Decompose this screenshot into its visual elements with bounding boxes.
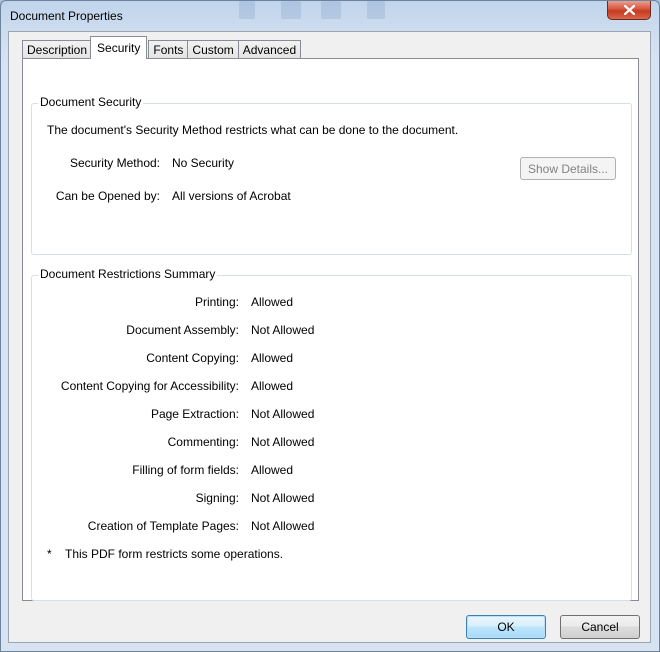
restriction-label: Document Assembly: <box>126 323 239 337</box>
tab-label: Security <box>97 41 141 55</box>
background-toolbar-ghost <box>367 1 385 19</box>
tab-label: Custom <box>192 43 234 57</box>
background-toolbar-ghost <box>239 1 255 19</box>
restriction-value: Not Allowed <box>251 323 315 337</box>
restriction-value: Not Allowed <box>251 435 315 449</box>
restriction-label: Filling of form fields: <box>132 463 239 477</box>
security-tab-panel: Document Security The document's Securit… <box>22 58 639 601</box>
restriction-value: Not Allowed <box>251 407 315 421</box>
tab-label: Fonts <box>153 43 184 57</box>
document-properties-dialog: Document Properties Description Security… <box>0 0 660 652</box>
tab-strip: Description Security Fonts Custom Advanc… <box>22 36 302 59</box>
group-legend: Document Security <box>38 95 144 109</box>
security-method-value: No Security <box>172 156 235 170</box>
close-icon <box>623 5 635 15</box>
restriction-value: Allowed <box>251 379 294 393</box>
tab-label: Advanced <box>242 43 297 57</box>
restriction-value: Not Allowed <box>251 519 315 533</box>
cancel-button[interactable]: Cancel <box>560 615 640 639</box>
can-be-opened-label: Can be Opened by: <box>55 189 160 203</box>
document-security-group: Document Security The document's Securit… <box>31 95 632 255</box>
show-details-button[interactable]: Show Details... <box>520 157 616 180</box>
restriction-label: Page Extraction: <box>150 407 239 421</box>
tab-advanced[interactable]: Advanced <box>237 40 302 59</box>
tab-security[interactable]: Security <box>90 36 148 59</box>
tab-custom[interactable]: Custom <box>187 40 239 59</box>
restriction-label: Creation of Template Pages: <box>87 519 239 533</box>
security-description: The document's Security Method restricts… <box>47 123 459 137</box>
can-be-opened-value: All versions of Acrobat <box>172 189 291 203</box>
background-toolbar-ghost <box>281 1 301 19</box>
ok-button[interactable]: OK <box>466 615 546 639</box>
title-bar[interactable]: Document Properties <box>1 1 659 31</box>
restriction-value: Allowed <box>251 463 294 477</box>
note-asterisk: * <box>47 547 52 561</box>
restrictions-summary-group: Document Restrictions Summary Printing: … <box>31 267 632 601</box>
restriction-value: Allowed <box>251 295 294 309</box>
restriction-label: Commenting: <box>167 435 239 449</box>
restriction-value: Not Allowed <box>251 491 315 505</box>
security-method-label: Security Method: <box>69 156 160 170</box>
tab-label: Description <box>27 43 88 57</box>
restriction-label: Content Copying: <box>146 351 239 365</box>
restriction-label: Printing: <box>194 295 239 309</box>
tab-description[interactable]: Description <box>22 40 93 59</box>
background-toolbar-ghost <box>321 1 341 19</box>
restriction-label: Signing: <box>195 491 239 505</box>
close-button[interactable] <box>607 1 651 20</box>
tab-fonts[interactable]: Fonts <box>148 40 189 59</box>
window-title: Document Properties <box>10 9 123 23</box>
restriction-value: Allowed <box>251 351 294 365</box>
restriction-label: Content Copying for Accessibility: <box>60 379 239 393</box>
group-legend: Document Restrictions Summary <box>38 267 218 281</box>
restrictions-note: This PDF form restricts some operations. <box>65 547 284 561</box>
dialog-client-area: Description Security Fonts Custom Advanc… <box>8 31 651 643</box>
